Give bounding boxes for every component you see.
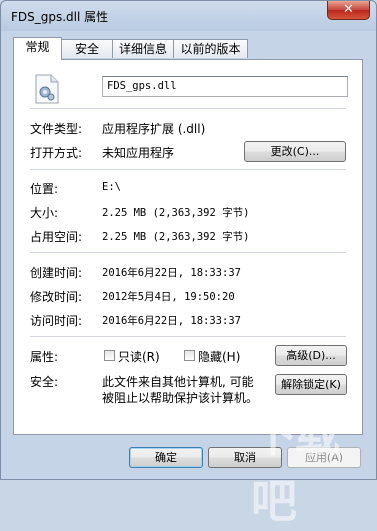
security-label: 安全: <box>30 375 59 389</box>
readonly-label[interactable]: 只读(R) <box>118 348 160 365</box>
advanced-button[interactable]: 高级(D)... <box>275 345 347 366</box>
properties-window: FDS_gps.dll 属性 ✕ 常规 安全 详细信息 以前的版本 FDS_gp… <box>0 0 377 528</box>
accessed-value: 2016年6月22日, 18:33:37 <box>102 315 241 327</box>
tab-previous-versions[interactable]: 以前的版本 <box>173 39 248 58</box>
modified-value: 2012年5月4日, 19:50:20 <box>102 291 235 303</box>
unblock-button[interactable]: 解除锁定(K) <box>275 374 347 395</box>
size-on-disk-value: 2.25 MB (2,363,392 字节) <box>102 231 250 243</box>
divider <box>30 336 346 337</box>
size-on-disk-label: 占用空间: <box>30 230 83 244</box>
type-value: 应用程序扩展 (.dll) <box>102 122 206 136</box>
security-message-line1: 此文件来自其他计算机, 可能 <box>102 375 254 389</box>
close-button[interactable]: ✕ <box>327 1 370 20</box>
readonly-checkbox[interactable] <box>104 350 115 361</box>
ok-button[interactable]: 确定 <box>129 447 203 468</box>
change-button[interactable]: 更改(C)... <box>244 141 346 162</box>
watermark-logo: 下载吧 <box>251 408 340 528</box>
open-with-value: 未知应用程序 <box>102 146 175 160</box>
dll-file-icon <box>34 74 60 104</box>
window-title: FDS_gps.dll 属性 <box>11 10 109 24</box>
tab-security[interactable]: 安全 <box>61 39 113 58</box>
location-label: 位置: <box>30 182 59 196</box>
modified-label: 修改时间: <box>30 290 83 304</box>
created-value: 2016年6月22日, 18:33:37 <box>102 267 241 279</box>
filename-field[interactable]: FDS_gps.dll <box>102 76 348 97</box>
size-value: 2.25 MB (2,363,392 字节) <box>102 207 250 219</box>
created-label: 创建时间: <box>30 266 83 280</box>
location-value: E:\ <box>102 181 121 193</box>
hidden-label[interactable]: 隐藏(H) <box>198 348 240 365</box>
tab-details[interactable]: 详细信息 <box>112 39 174 58</box>
size-label: 大小: <box>30 206 59 220</box>
hidden-checkbox[interactable] <box>184 350 195 361</box>
tab-general[interactable]: 常规 <box>13 37 62 60</box>
general-panel: FDS_gps.dll 文件类型: 应用程序扩展 (.dll) 打开方式: 未知… <box>13 59 363 435</box>
attributes-label: 属性: <box>30 350 59 364</box>
type-label: 文件类型: <box>30 122 83 136</box>
title-bar[interactable]: FDS_gps.dll 属性 ✕ <box>1 1 376 29</box>
open-with-label: 打开方式: <box>30 146 83 160</box>
accessed-label: 访问时间: <box>30 314 83 328</box>
security-message-line2: 被阻止以帮助保护该计算机。 <box>102 391 259 405</box>
divider <box>30 252 346 253</box>
divider <box>30 108 346 109</box>
divider <box>30 169 346 170</box>
